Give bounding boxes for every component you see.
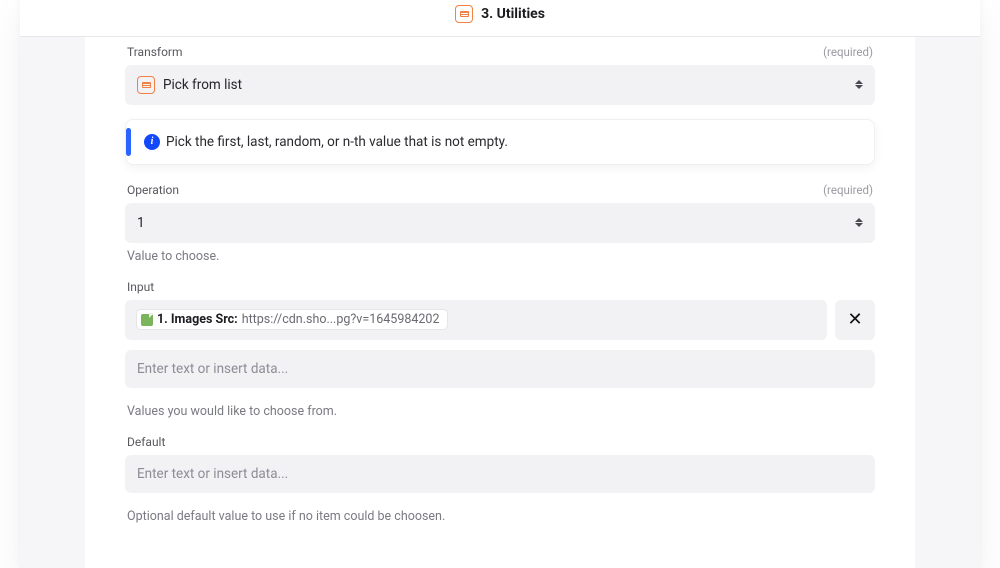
step-title: 3. Utilities xyxy=(481,6,545,22)
operation-field: Operation (required) 1 Value to choose. xyxy=(125,183,875,266)
operation-value: 1 xyxy=(137,215,145,231)
operation-dropdown[interactable]: 1 xyxy=(125,203,875,243)
operation-label-row: Operation (required) xyxy=(125,183,875,203)
default-label-row: Default xyxy=(125,435,875,455)
data-chip-label: 1. Images Src: xyxy=(157,312,238,327)
default-input[interactable]: Enter text or insert data... xyxy=(125,455,875,493)
window: 3. Utilities Transform (required) Pick f… xyxy=(20,0,980,568)
input-value-box[interactable]: 1. Images Src: https://cdn.sho...pg?v=16… xyxy=(125,300,827,340)
shopify-icon xyxy=(141,314,153,326)
transform-value: Pick from list xyxy=(163,77,242,93)
info-icon: i xyxy=(144,134,160,150)
transform-dropdown[interactable]: Pick from list xyxy=(125,65,875,105)
transform-required-tag: (required) xyxy=(823,45,873,59)
input-help: Values you would like to choose from. xyxy=(125,398,875,421)
operation-required-tag: (required) xyxy=(823,183,873,197)
sort-caret-icon xyxy=(853,78,865,92)
default-field: Default Enter text or insert data... Opt… xyxy=(125,435,875,526)
config-panel: Transform (required) Pick from list i P xyxy=(85,37,915,568)
utilities-app-icon xyxy=(455,5,473,23)
default-placeholder: Enter text or insert data... xyxy=(137,466,288,482)
step-header: 3. Utilities xyxy=(20,0,980,37)
transform-field: Transform (required) Pick from list xyxy=(125,45,875,105)
operation-help: Value to choose. xyxy=(125,243,875,266)
input-label: Input xyxy=(127,280,154,294)
default-label: Default xyxy=(127,435,165,449)
sort-caret-icon xyxy=(853,216,865,230)
input-field: Input 1. Images Src: https://cdn.sho...p… xyxy=(125,280,875,421)
info-callout: i Pick the first, last, random, or n-th … xyxy=(125,119,875,165)
default-help: Optional default value to use if no item… xyxy=(125,503,875,526)
transform-label-row: Transform (required) xyxy=(125,45,875,65)
operation-label: Operation xyxy=(127,183,179,197)
clear-input-button[interactable]: ✕ xyxy=(835,300,875,340)
input-label-row: Input xyxy=(125,280,875,300)
input-add-value[interactable]: Enter text or insert data... xyxy=(125,350,875,388)
close-icon: ✕ xyxy=(847,309,862,330)
utilities-app-icon xyxy=(137,76,155,94)
data-chip[interactable]: 1. Images Src: https://cdn.sho...pg?v=16… xyxy=(137,310,447,329)
utilities-app-icon-glyph xyxy=(460,11,469,17)
transform-label: Transform xyxy=(127,45,183,59)
utilities-app-icon-glyph xyxy=(142,82,151,88)
input-placeholder: Enter text or insert data... xyxy=(137,361,288,377)
body: Transform (required) Pick from list i P xyxy=(20,37,980,568)
data-chip-value: https://cdn.sho...pg?v=1645984202 xyxy=(242,312,440,327)
info-callout-text: Pick the first, last, random, or n-th va… xyxy=(166,134,508,150)
